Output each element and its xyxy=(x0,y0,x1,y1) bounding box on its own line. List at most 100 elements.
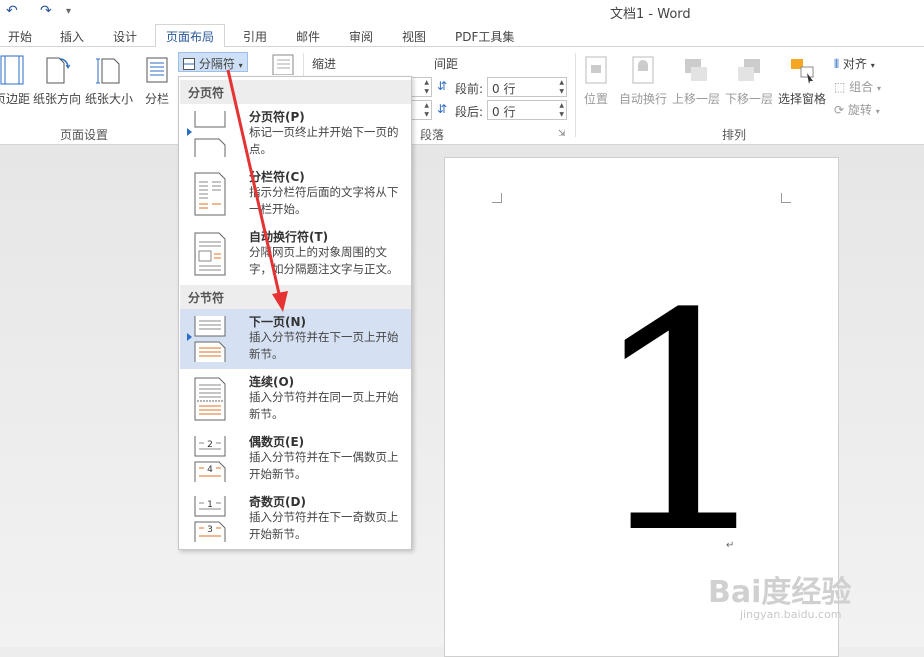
tab-mailings[interactable]: 邮件 xyxy=(296,28,320,45)
bring-forward-label: 上移一层 xyxy=(672,92,721,106)
line-numbers-icon xyxy=(272,54,294,76)
spinner-arrows-icon: ▲ ▼ xyxy=(424,79,429,95)
watermark-url: jingyan.baidu.com xyxy=(740,608,842,621)
menu-item-page-break[interactable]: 分页符(P) 标记一页终止并开始下一页的点。 xyxy=(180,104,411,164)
spinner-arrows-icon[interactable]: ▲ ▼ xyxy=(559,78,564,96)
menu-item-desc: 指示分栏符后面的文字将从下一栏开始。 xyxy=(249,185,399,216)
menu-item-desc: 插入分节符并在下一偶数页上开始新节。 xyxy=(249,450,399,481)
space-before-input[interactable]: 0 行 ▲ ▼ xyxy=(487,77,567,97)
menu-item-next-page[interactable]: 下一页(N) 插入分节符并在下一页上开始新节。 xyxy=(180,309,411,369)
svg-text:2: 2 xyxy=(207,440,213,450)
spinner-arrows-icon[interactable]: ▲ ▼ xyxy=(559,101,564,119)
undo-icon[interactable]: ↶ xyxy=(6,3,18,19)
position-button[interactable]: 位置 xyxy=(581,55,611,107)
page-breaks-header: 分页符 xyxy=(180,80,411,104)
menu-item-desc: 标记一页终止并开始下一页的点。 xyxy=(249,125,399,156)
paragraph-mark-icon: ↵ xyxy=(726,540,735,551)
rotate-label: 旋转 xyxy=(847,103,872,117)
breaks-dropdown-menu: 分页符 分页符(P) 标记一页终止并开始下一页的点。 分栏符(C) 指示分栏符后… xyxy=(178,76,412,550)
breaks-icon xyxy=(183,58,195,70)
window-title: 文档1 - Word xyxy=(610,7,691,22)
rotate-icon: ⟳ xyxy=(834,103,845,117)
menu-item-title: 下一页(N) xyxy=(249,315,307,329)
spacing-label: 间距 xyxy=(434,57,459,71)
space-after-input[interactable]: 0 行 ▲ ▼ xyxy=(487,100,567,120)
next-page-icon xyxy=(194,316,226,362)
wrap-text-label: 自动换行 xyxy=(619,92,668,106)
columns-icon xyxy=(146,57,168,83)
breaks-button[interactable]: 分隔符 ▾ xyxy=(178,52,248,72)
tab-home[interactable]: 开始 xyxy=(8,28,32,45)
svg-text:1: 1 xyxy=(207,500,213,510)
chevron-down-icon: ▾ xyxy=(875,107,880,116)
selection-pane-icon xyxy=(791,59,814,84)
margins-label: 页边距 xyxy=(0,92,30,106)
size-button[interactable]: 纸张大小 xyxy=(84,55,134,107)
dialog-launcher-icon[interactable]: ⇲ xyxy=(558,129,566,139)
arrange-group-label: 排列 xyxy=(722,128,747,142)
selection-pane-button[interactable]: 选择窗格 xyxy=(778,55,826,107)
send-backward-label: 下移一层 xyxy=(725,92,774,106)
space-before-label: 段前: xyxy=(455,82,484,96)
bring-forward-button[interactable]: 上移一层 xyxy=(672,55,720,107)
chevron-down-icon: ▾ xyxy=(238,61,243,70)
customize-qat-icon[interactable]: ▾ xyxy=(66,6,71,17)
page-setup-group-label: 页面设置 xyxy=(60,128,109,142)
orientation-icon xyxy=(46,57,71,84)
space-after-value: 0 行 xyxy=(492,105,516,119)
menu-item-odd-page[interactable]: 13 奇数页(D) 插入分节符并在下一奇数页上开始新节。 xyxy=(180,489,411,549)
group-objects-label: 组合 xyxy=(849,80,874,94)
menu-item-title: 分栏符(C) xyxy=(249,170,305,184)
send-backward-icon xyxy=(738,59,760,81)
wrap-text-icon xyxy=(632,56,654,84)
indent-left-spinner[interactable]: ▲ ▼ xyxy=(412,77,432,97)
bring-forward-icon xyxy=(685,59,707,81)
columns-label: 分栏 xyxy=(144,92,169,106)
even-page-icon: 24 xyxy=(194,436,226,482)
menu-item-even-page[interactable]: 24 偶数页(E) 插入分节符并在下一偶数页上开始新节。 xyxy=(180,429,411,489)
text-wrapping-break-icon xyxy=(194,232,226,276)
title-bar: ↶ ↷ ▾ 文档1 - Word xyxy=(0,0,924,24)
menu-item-desc: 插入分节符并在同一页上开始新节。 xyxy=(249,390,399,421)
position-label: 位置 xyxy=(583,92,608,106)
group-icon: ⬚ xyxy=(834,80,846,94)
menu-item-desc: 分隔网页上的对象周围的文字，如分隔题注文字与正文。 xyxy=(249,245,399,276)
tab-pdf-tools[interactable]: PDF工具集 xyxy=(455,28,514,45)
orientation-label: 纸张方向 xyxy=(32,92,81,106)
odd-page-icon: 13 xyxy=(194,496,226,542)
spinner-arrows-icon: ▲ ▼ xyxy=(424,102,429,118)
tab-insert[interactable]: 插入 xyxy=(60,28,84,45)
orientation-button[interactable]: 纸张方向 xyxy=(32,55,82,107)
space-before-icon: ⇵ xyxy=(437,79,448,93)
crop-mark-top-left xyxy=(492,193,502,203)
wrap-text-button[interactable]: 自动换行 xyxy=(619,55,667,107)
tab-design[interactable]: 设计 xyxy=(113,28,137,45)
menu-item-title: 奇数页(D) xyxy=(249,495,306,509)
margins-button[interactable]: 页边距 xyxy=(0,55,30,107)
menu-item-desc: 插入分节符并在下一奇数页上开始新节。 xyxy=(249,510,399,541)
indent-right-spinner[interactable]: ▲ ▼ xyxy=(412,100,432,120)
group-objects-button[interactable]: ⬚ 组合 ▾ xyxy=(834,78,881,95)
menu-item-text-wrapping-break[interactable]: 自动换行符(T) 分隔网页上的对象周围的文字，如分隔题注文字与正文。 xyxy=(180,224,411,284)
columns-button[interactable]: 分栏 xyxy=(140,55,174,107)
breaks-label: 分隔符 xyxy=(198,57,235,71)
line-numbers-button[interactable] xyxy=(270,53,296,78)
send-backward-button[interactable]: 下移一层 xyxy=(725,55,773,107)
align-icon: ⫴ xyxy=(834,57,840,71)
position-icon xyxy=(585,56,607,84)
rotate-button[interactable]: ⟳ 旋转 ▾ xyxy=(834,101,880,118)
redo-icon[interactable]: ↷ xyxy=(40,3,52,19)
chevron-down-icon: ▾ xyxy=(870,61,875,70)
align-button[interactable]: ⫴ 对齐 ▾ xyxy=(834,55,875,72)
tab-references[interactable]: 引用 xyxy=(243,28,267,45)
tab-page-layout[interactable]: 页面布局 xyxy=(155,24,226,48)
menu-item-column-break[interactable]: 分栏符(C) 指示分栏符后面的文字将从下一栏开始。 xyxy=(180,164,411,224)
tab-review[interactable]: 审阅 xyxy=(349,28,373,45)
menu-item-continuous[interactable]: 连续(O) 插入分节符并在同一页上开始新节。 xyxy=(180,369,411,429)
tab-view[interactable]: 视图 xyxy=(402,28,426,45)
margins-icon xyxy=(0,55,24,85)
ribbon-tab-bar: 开始 插入 设计 页面布局 引用 邮件 审阅 视图 PDF工具集 xyxy=(0,24,924,48)
crop-mark-top-right xyxy=(781,193,791,203)
document-text: 1 xyxy=(588,250,779,599)
section-breaks-header: 分节符 xyxy=(180,285,411,309)
